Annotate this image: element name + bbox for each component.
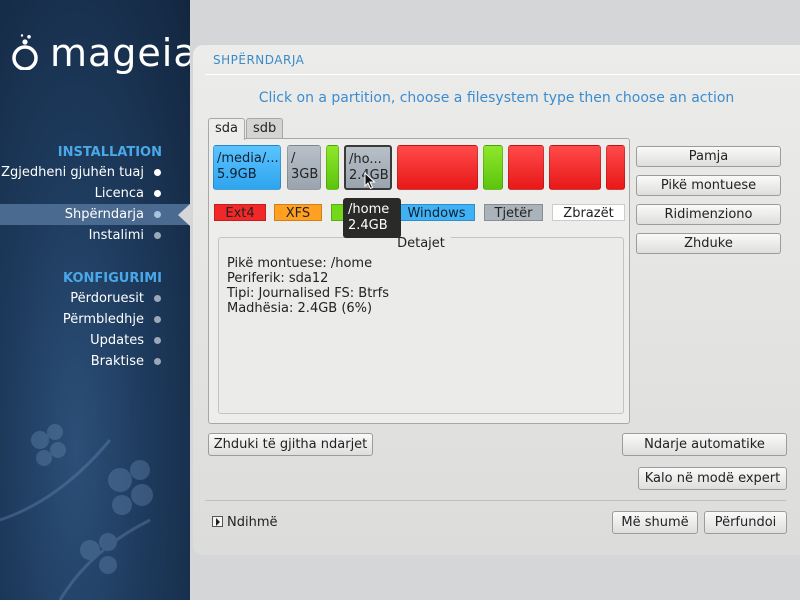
sidebar-item-license[interactable]: Licenca: [0, 183, 190, 204]
details-title: Detajet: [391, 236, 451, 251]
partition-label: /media/...: [217, 151, 279, 166]
sidebar-item-users[interactable]: Përdoruesit: [0, 288, 190, 309]
sidebar-item-exit[interactable]: Braktise: [0, 351, 190, 372]
title-divider: [205, 74, 800, 75]
sidebar-item-partitioning[interactable]: Shpërndarja: [0, 204, 190, 225]
tooltip-mount: /home: [348, 202, 390, 217]
sidebar-item-summary[interactable]: Përmbledhje: [0, 309, 190, 330]
legend-windows[interactable]: Windows: [398, 204, 475, 221]
delete-all-button[interactable]: Zhduki të gjitha ndarjet: [208, 433, 373, 456]
sidebar-item-label: Braktise: [90, 354, 144, 369]
installation-section-title: INSTALLATION: [57, 145, 162, 160]
instruction-text: Click on a partition, choose a filesyste…: [258, 90, 735, 106]
delete-button[interactable]: Zhduke: [636, 233, 781, 254]
bottom-divider: [205, 500, 786, 501]
step-current-icon: [154, 211, 161, 218]
flower-decoration: [0, 424, 153, 600]
mageia-logo: mageia: [10, 26, 190, 76]
partition-tooltip: /home 2.4GB: [343, 198, 401, 238]
sidebar: mageia INSTALLATION Zgjedheni gjuhën tua…: [0, 0, 190, 600]
partition-ext4-3[interactable]: [549, 145, 601, 190]
partition-swap-2[interactable]: [483, 145, 503, 190]
sidebar-item-label: Zgjedheni gjuhën tuaj: [1, 165, 144, 180]
partition-ext4-1[interactable]: [397, 145, 478, 190]
details-box: Detajet Pikë montuese: /home Periferik: …: [218, 236, 624, 414]
partition-ext4-2[interactable]: [508, 145, 544, 190]
active-step-arrow-icon: [178, 204, 190, 226]
help-expander[interactable]: Ndihmë: [212, 515, 278, 530]
partition-label: /ho...: [349, 152, 382, 167]
partition-swap[interactable]: [326, 145, 339, 190]
legend-empty[interactable]: Zbrazët: [552, 204, 625, 221]
sidebar-item-label: Përmbledhje: [62, 312, 144, 327]
legend-xfs[interactable]: XFS: [274, 204, 322, 221]
step-done-icon: [154, 190, 161, 197]
partition-root[interactable]: / 3GB: [287, 145, 321, 190]
help-label: Ndihmë: [227, 515, 278, 530]
view-button[interactable]: Pamja: [636, 146, 781, 167]
expert-mode-button[interactable]: Kalo në modë expert: [638, 467, 787, 490]
done-button[interactable]: Përfundoi: [704, 511, 787, 534]
mount-point-button[interactable]: Pikë montuese: [636, 175, 781, 196]
sidebar-item-language[interactable]: Zgjedheni gjuhën tuaj: [0, 162, 190, 183]
sidebar-item-label: Shpërndarja: [64, 207, 144, 222]
partition-media[interactable]: /media/... 5.9GB: [213, 145, 281, 190]
auto-allocate-button[interactable]: Ndarje automatike: [622, 433, 787, 456]
details-device: Periferik: sda12: [227, 271, 329, 286]
sidebar-item-label: Updates: [90, 333, 144, 348]
mageia-logo-icon: [12, 34, 38, 70]
tab-sda[interactable]: sda: [208, 118, 245, 140]
partition-size: 5.9GB: [217, 167, 257, 182]
partition-size: 3GB: [291, 167, 319, 182]
step-done-icon: [154, 169, 161, 176]
sidebar-item-updates[interactable]: Updates: [0, 330, 190, 351]
tab-sdb[interactable]: sdb: [246, 118, 284, 139]
sidebar-item-label: Licenca: [94, 186, 144, 201]
step-pending-icon: [154, 295, 161, 302]
more-button[interactable]: Më shumë: [612, 511, 698, 534]
configuration-section-title: KONFIGURIMI: [63, 271, 162, 286]
step-title: SHPËRNDARJA: [213, 53, 305, 67]
step-pending-icon: [154, 316, 161, 323]
step-pending-icon: [154, 337, 161, 344]
step-pending-icon: [154, 232, 161, 239]
details-size: Madhësia: 2.4GB (6%): [227, 301, 373, 316]
legend-ext4[interactable]: Ext4: [214, 204, 266, 221]
legend-other[interactable]: Tjetër: [484, 204, 543, 221]
partition-ext4-4[interactable]: [606, 145, 625, 190]
main-panel: SHPËRNDARJA Click on a partition, choose…: [193, 45, 800, 555]
sidebar-item-label: Instalimi: [88, 228, 144, 243]
details-type: Tipi: Journalised FS: Btrfs: [227, 286, 389, 301]
expand-arrow-icon: [212, 516, 223, 527]
sidebar-item-install[interactable]: Instalimi: [0, 225, 190, 246]
logo-wordmark: mageia: [50, 31, 190, 75]
sidebar-item-label: Përdoruesit: [70, 291, 144, 306]
mouse-cursor-icon: [364, 172, 376, 190]
partition-label: /: [291, 151, 296, 166]
resize-button[interactable]: Ridimenziono: [636, 204, 781, 225]
step-pending-icon: [154, 358, 161, 365]
tooltip-size: 2.4GB: [348, 218, 388, 233]
details-mount-point: Pikë montuese: /home: [227, 256, 373, 271]
